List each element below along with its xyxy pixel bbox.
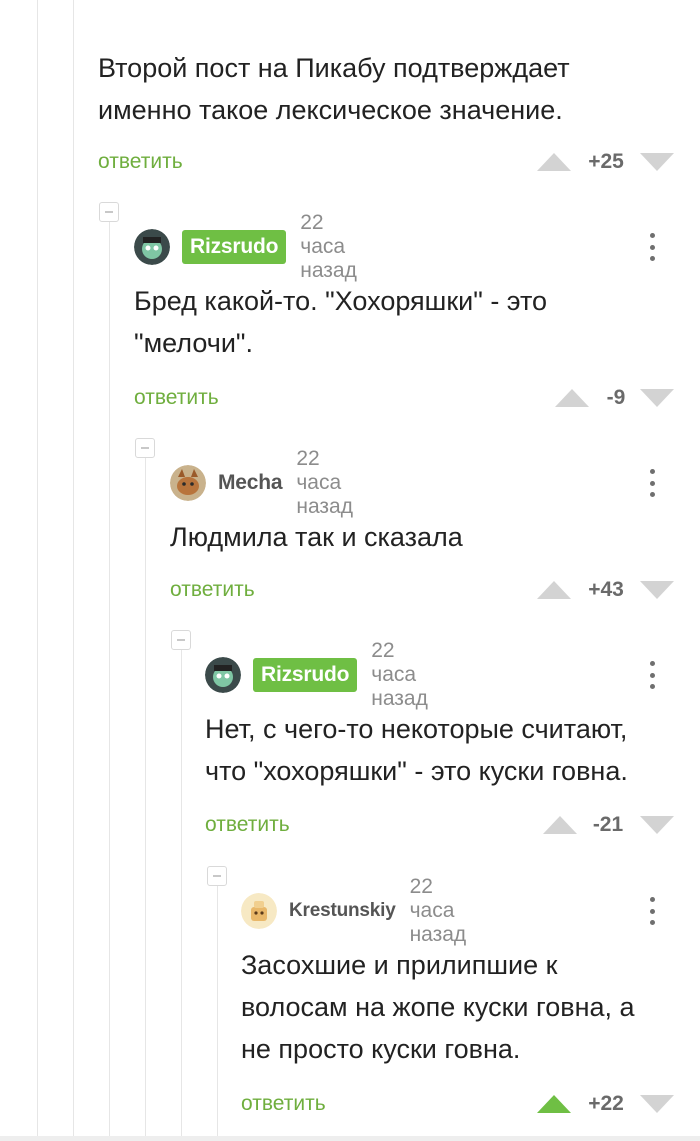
thread-line — [145, 458, 146, 1136]
more-options-icon[interactable] — [642, 231, 662, 263]
comment-rating: -21 — [592, 813, 624, 836]
upvote-arrow-icon[interactable] — [537, 1095, 571, 1113]
comment-text-line: не просто куски говна. — [241, 1034, 521, 1064]
collapse-thread-button[interactable] — [171, 630, 191, 650]
avatar[interactable] — [205, 657, 241, 693]
more-options-icon[interactable] — [642, 895, 662, 927]
upvote-arrow-icon[interactable] — [537, 581, 571, 599]
comment-text-line: Людмила так и сказала — [170, 522, 463, 552]
reply-button[interactable]: ответить — [98, 150, 183, 174]
comment-text: Бред какой-то. "Хохоряшки" - это "мелочи… — [134, 280, 674, 364]
bottom-divider — [0, 1136, 700, 1141]
thread-line — [37, 0, 38, 1136]
upvote-arrow-icon[interactable] — [543, 816, 577, 834]
downvote-arrow-icon[interactable] — [640, 1095, 674, 1113]
author-name[interactable]: Mecha — [218, 471, 283, 495]
comment-text: Второй пост на Пикабу подтверждает именн… — [98, 47, 678, 131]
author-name[interactable]: Rizsrudo — [182, 230, 287, 264]
author-name[interactable]: Rizsrudo — [253, 658, 358, 692]
collapse-thread-button[interactable] — [135, 438, 155, 458]
downvote-arrow-icon[interactable] — [640, 581, 674, 599]
comment-rating: -9 — [606, 386, 626, 409]
reply-button[interactable]: ответить — [205, 813, 290, 837]
reply-button[interactable]: ответить — [134, 386, 219, 410]
comment-rating: +25 — [588, 150, 624, 173]
reply-button[interactable]: ответить — [241, 1092, 326, 1116]
comment-time: 22 часа назад — [409, 875, 467, 946]
comment-header: Rizsrudo 22 часа назад — [134, 211, 357, 282]
comment-time: 22 часа назад — [371, 639, 428, 710]
comment-text-line: волосам на жопе куски говна, а — [241, 992, 635, 1022]
thread-line — [109, 222, 110, 1136]
avatar[interactable] — [241, 893, 277, 929]
comment-text-line: "мелочи". — [134, 328, 253, 358]
comment-text: Засохшие и прилипшие к волосам на жопе к… — [241, 944, 691, 1070]
comment-header: Rizsrudo 22 часа назад — [205, 639, 428, 710]
downvote-arrow-icon[interactable] — [640, 816, 674, 834]
thread-line — [73, 0, 74, 1136]
comment-text-line: Второй пост на Пикабу подтверждает — [98, 53, 570, 83]
thread-line — [181, 650, 182, 1136]
more-options-icon[interactable] — [642, 659, 662, 691]
comment-text: Людмила так и сказала — [170, 516, 670, 558]
downvote-arrow-icon[interactable] — [640, 153, 674, 171]
comment-text-line: Бред какой-то. "Хохоряшки" - это — [134, 286, 548, 316]
comment-text-line: Нет, с чего-то некоторые считают, — [205, 714, 628, 744]
downvote-arrow-icon[interactable] — [640, 389, 674, 407]
collapse-thread-button[interactable] — [207, 866, 227, 886]
comment-time: 22 часа назад — [300, 211, 357, 282]
avatar[interactable] — [170, 465, 206, 501]
comment-text: Нет, с чего-то некоторые считают, что "х… — [205, 708, 685, 792]
author-name[interactable]: Krestunskiy — [289, 900, 396, 922]
upvote-arrow-icon[interactable] — [555, 389, 589, 407]
more-options-icon[interactable] — [642, 467, 662, 499]
comment-text-line: именно такое лексическое значение. — [98, 95, 563, 125]
thread-line — [217, 886, 218, 1136]
comment-rating: +43 — [588, 578, 624, 601]
comment-text-line: Засохшие и прилипшие к — [241, 950, 558, 980]
upvote-arrow-icon[interactable] — [537, 153, 571, 171]
comment-text-line: что "хохоряшки" - это куски говна. — [205, 756, 628, 786]
comment-header: Mecha 22 часа назад — [170, 447, 353, 518]
comment-rating: +22 — [588, 1092, 624, 1115]
comment-header: Krestunskiy 22 часа назад — [241, 875, 466, 946]
reply-button[interactable]: ответить — [170, 578, 255, 602]
avatar[interactable] — [134, 229, 170, 265]
comment-time: 22 часа назад — [296, 447, 353, 518]
collapse-thread-button[interactable] — [99, 202, 119, 222]
